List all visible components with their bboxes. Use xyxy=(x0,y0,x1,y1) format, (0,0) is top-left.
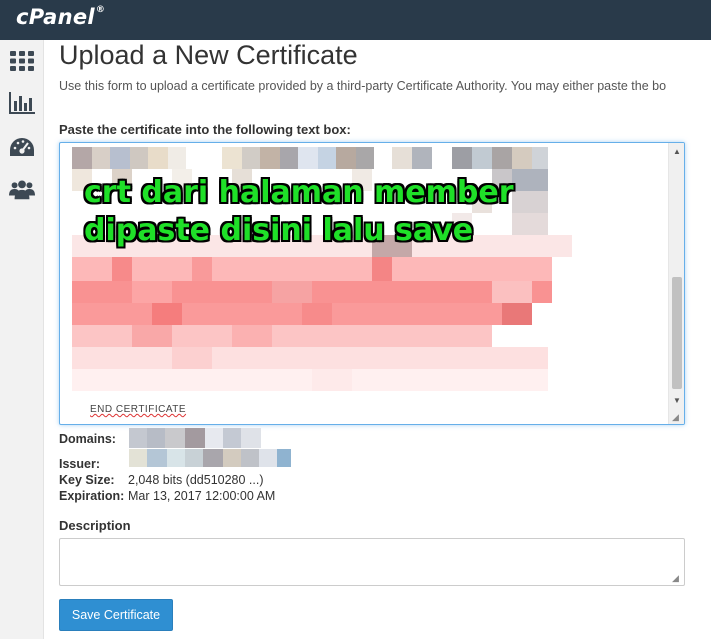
keysize-row: Key Size: 2,048 bits (dd510280 ...) xyxy=(59,473,264,487)
certificate-label: Paste the certificate into the following… xyxy=(59,122,351,137)
page-title: Upload a New Certificate xyxy=(59,40,358,70)
issuer-label: Issuer: xyxy=(59,457,100,471)
logo-registered-mark: ® xyxy=(95,5,106,15)
expiration-row: Expiration: Mar 13, 2017 12:00:00 AM xyxy=(59,489,275,503)
domains-row: Domains: xyxy=(59,432,116,446)
scroll-up-arrow-icon[interactable]: ▲ xyxy=(669,145,684,159)
page-intro: Use this form to upload a certificate pr… xyxy=(59,79,667,93)
keysize-value: 2,048 bits (dd510280 ...) xyxy=(128,473,264,487)
domains-label: Domains: xyxy=(59,432,116,446)
save-certificate-button[interactable]: Save Certificate xyxy=(59,599,173,631)
bar-chart-icon[interactable] xyxy=(9,90,35,116)
scroll-down-arrow-icon[interactable]: ▼ xyxy=(669,394,684,408)
scroll-thumb[interactable] xyxy=(672,277,682,389)
certificate-textarea[interactable] xyxy=(60,143,684,424)
issuer-value-pixelated xyxy=(129,449,291,467)
description-resize-grip-icon[interactable]: ◢ xyxy=(672,573,682,583)
description-textarea[interactable] xyxy=(60,539,684,585)
certificate-scrollbar[interactable]: ▲ ▼ xyxy=(668,143,684,424)
keysize-label: Key Size: xyxy=(59,473,115,487)
logo-text: cPanel xyxy=(16,5,95,29)
description-label: Description xyxy=(59,518,131,533)
grid-icon[interactable] xyxy=(9,48,35,74)
speedometer-icon[interactable] xyxy=(9,135,35,161)
users-icon[interactable] xyxy=(9,176,35,202)
sidebar xyxy=(0,40,44,639)
issuer-row: Issuer: xyxy=(59,457,100,471)
expiration-label: Expiration: xyxy=(59,489,125,503)
resize-grip-icon[interactable]: ◢ xyxy=(672,412,682,422)
certificate-textbox[interactable]: crt dari halaman member dipaste disini l… xyxy=(59,142,685,425)
expiration-value: Mar 13, 2017 12:00:00 AM xyxy=(128,489,276,503)
top-bar: cPanel® xyxy=(0,0,711,40)
cpanel-logo[interactable]: cPanel® xyxy=(16,5,105,29)
description-textbox[interactable]: ◢ xyxy=(59,538,685,586)
